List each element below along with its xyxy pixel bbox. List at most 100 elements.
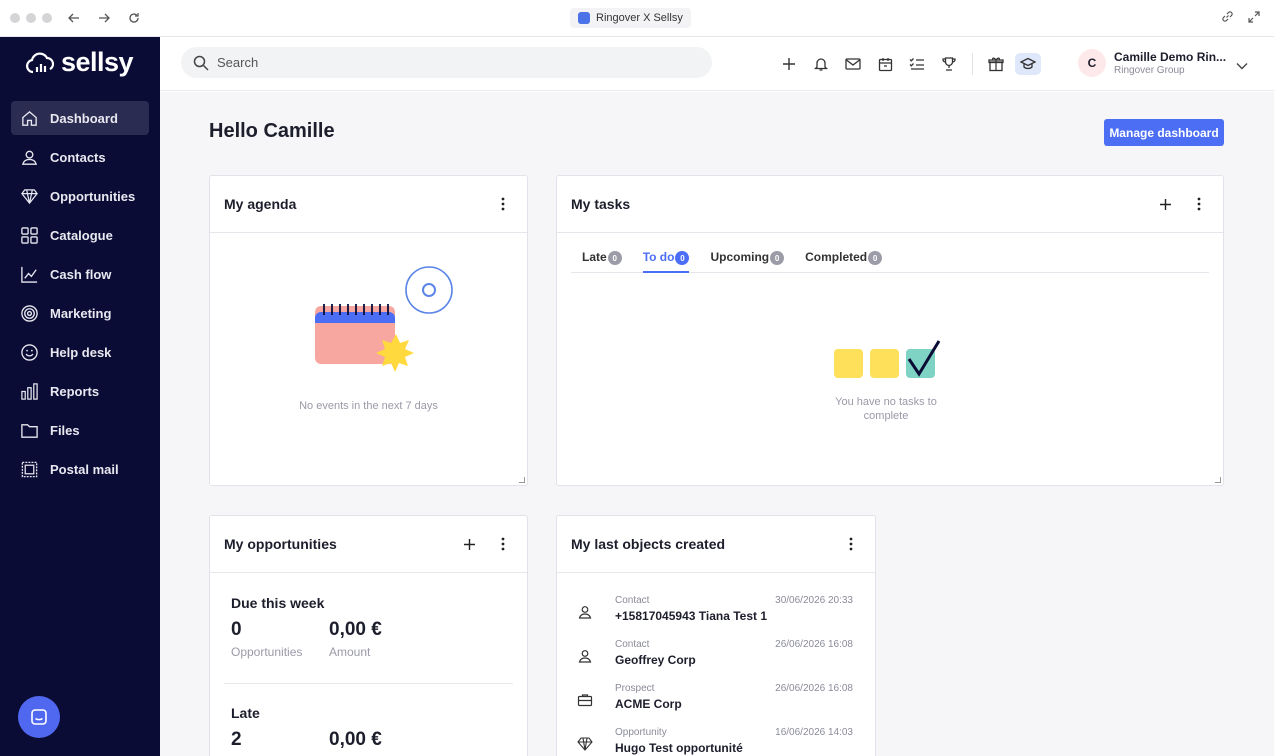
more-vertical-icon[interactable]: [493, 534, 513, 554]
sidebar-item-cash-flow[interactable]: Cash flow: [11, 257, 149, 291]
opp-amount-value: 0,00 €: [329, 729, 382, 750]
minimize-window-button[interactable]: [26, 13, 36, 23]
object-name: Hugo Test opportunité: [615, 741, 743, 755]
count-badge: 0: [770, 251, 785, 265]
object-date: 16/06/2026 14:03: [775, 727, 853, 738]
resize-handle[interactable]: [1215, 477, 1221, 483]
page-title: Hello Camille: [209, 120, 335, 142]
link-icon[interactable]: [1221, 10, 1234, 28]
manage-dashboard-button[interactable]: Manage dashboard: [1104, 119, 1224, 146]
list-item[interactable]: Contact 30/06/2026 20:33 +15817045943 Ti…: [571, 591, 861, 635]
sidebar-item-label: Help desk: [50, 344, 112, 360]
tasks-empty-line: You have no tasks to: [835, 396, 937, 408]
tab-completed[interactable]: Completed 0: [805, 246, 883, 273]
search-box[interactable]: [181, 47, 712, 78]
sidebar-item-dashboard[interactable]: Dashboard: [11, 101, 149, 135]
agenda-empty-text: No events in the next 7 days: [299, 400, 438, 412]
bell-icon[interactable]: [812, 55, 830, 73]
resize-handle[interactable]: [519, 477, 525, 483]
reload-icon[interactable]: [126, 10, 142, 26]
count-badge: 0: [607, 251, 622, 265]
sidebar-item-label: Dashboard: [50, 110, 118, 126]
target-icon: [21, 304, 38, 322]
tasks-tabs: Late 0 To do 0 Upcoming 0 Completed 0: [571, 246, 1209, 273]
window-controls: [10, 13, 52, 23]
opp-count: 0 Opportunities: [231, 619, 329, 659]
sidebar-item-help-desk[interactable]: Help desk: [11, 335, 149, 369]
opp-divider: [224, 683, 513, 684]
grid-icon: [21, 226, 38, 244]
opportunities-title: My opportunities: [224, 536, 337, 552]
tab-label: Late: [582, 250, 607, 264]
sidebar-item-catalogue[interactable]: Catalogue: [11, 218, 149, 252]
plus-icon[interactable]: [780, 55, 798, 73]
close-window-button[interactable]: [10, 13, 20, 23]
plus-icon[interactable]: [1155, 194, 1175, 214]
logo-text: sellsy: [61, 47, 134, 77]
user-name: Camille Demo Rin...: [1114, 50, 1227, 64]
tab-upcoming[interactable]: Upcoming 0: [710, 246, 785, 273]
support-chat-button[interactable]: [18, 696, 60, 738]
briefcase-icon: [577, 694, 593, 707]
browser-tab[interactable]: Ringover X Sellsy: [570, 8, 691, 28]
forward-arrow-icon[interactable]: [96, 10, 112, 26]
tasks-empty-text: You have no tasks to complete: [557, 395, 1215, 423]
list-item[interactable]: Prospect 26/06/2026 16:08 ACME Corp: [571, 679, 861, 723]
app-window: Ringover X Sellsy sellsy Dashboard Conta…: [0, 0, 1274, 756]
sidebar-item-reports[interactable]: Reports: [11, 374, 149, 408]
opportunities-card: My opportunities Due this week 0 Opportu…: [209, 515, 528, 756]
sidebar-item-label: Contacts: [50, 149, 106, 165]
count-badge: 0: [868, 251, 883, 265]
trophy-icon[interactable]: [940, 55, 958, 73]
list-item[interactable]: Opportunity 16/06/2026 14:03 Hugo Test o…: [571, 723, 861, 756]
person-icon: [578, 606, 592, 619]
graduation-cap-icon[interactable]: [1015, 53, 1041, 75]
opp-amount: 0,00 €: [329, 729, 427, 751]
opp-section-due-this-week: Due this week 0 Opportunities 0,00 € Amo…: [231, 595, 427, 659]
object-type: Prospect: [615, 683, 655, 694]
expand-icon[interactable]: [1248, 10, 1260, 28]
chevron-down-icon[interactable]: [1236, 57, 1248, 75]
chart-line-icon: [21, 266, 38, 283]
sidebar-item-contacts[interactable]: Contacts: [11, 140, 149, 174]
more-vertical-icon[interactable]: [493, 194, 513, 214]
object-type: Contact: [615, 639, 650, 650]
sellsy-logo[interactable]: sellsy: [25, 47, 134, 78]
agenda-title: My agenda: [224, 196, 297, 212]
bar-chart-icon: [21, 382, 38, 400]
browser-titlebar: Ringover X Sellsy: [0, 0, 1274, 37]
checklist-icon[interactable]: [908, 55, 926, 73]
sidebar-item-label: Files: [50, 422, 80, 438]
tasks-empty-line: complete: [863, 410, 909, 422]
calendar-icon[interactable]: [876, 55, 894, 73]
more-vertical-icon[interactable]: [1189, 194, 1209, 214]
more-vertical-icon[interactable]: [841, 534, 861, 554]
tab-to-do[interactable]: To do 0: [642, 246, 690, 273]
sidebar-item-opportunities[interactable]: Opportunities: [11, 179, 149, 213]
sidebar-item-label: Postal mail: [50, 461, 119, 477]
smiley-icon: [21, 343, 38, 361]
mail-icon[interactable]: [844, 55, 862, 73]
list-item[interactable]: Contact 26/06/2026 16:08 Geoffrey Corp: [571, 635, 861, 679]
stamp-icon: [21, 461, 38, 477]
plus-icon[interactable]: [459, 534, 479, 554]
back-arrow-icon[interactable]: [66, 10, 82, 26]
sidebar-item-marketing[interactable]: Marketing: [11, 296, 149, 330]
search-input[interactable]: [217, 55, 697, 70]
sidebar-item-files[interactable]: Files: [11, 413, 149, 447]
browser-actions: [1221, 10, 1260, 28]
opp-amount: 0,00 € Amount: [329, 619, 427, 659]
agenda-card-header: My agenda: [210, 176, 527, 233]
browser-tab-title: Ringover X Sellsy: [596, 12, 683, 24]
maximize-window-button[interactable]: [42, 13, 52, 23]
tasks-card: My tasks Late 0 To do 0 Upcoming 0 Compl…: [556, 175, 1224, 486]
sidebar-item-label: Cash flow: [50, 266, 112, 282]
tab-late[interactable]: Late 0: [582, 246, 622, 273]
dashboard-main: Hello Camille Manage dashboard My agenda: [160, 92, 1274, 756]
opportunities-card-header: My opportunities: [210, 516, 527, 573]
sidebar-item-postal-mail[interactable]: Postal mail: [11, 452, 149, 486]
object-type: Opportunity: [615, 727, 667, 738]
sidebar: sellsy Dashboard Contacts Opportunities …: [0, 37, 160, 756]
user-menu[interactable]: C Camille Demo Rin... Ringover Group: [1078, 49, 1226, 77]
gift-icon[interactable]: [987, 55, 1005, 73]
